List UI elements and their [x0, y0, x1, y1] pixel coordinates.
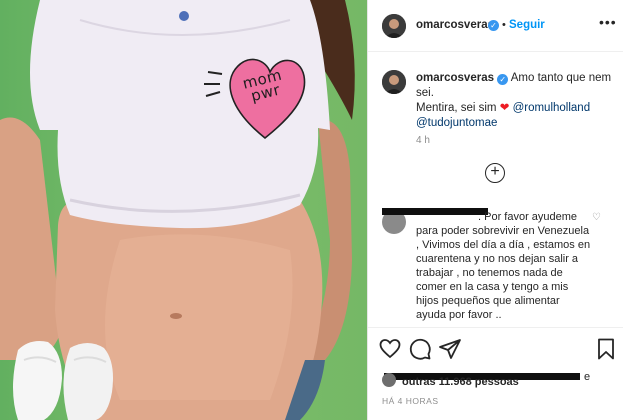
share-paper-plane-icon[interactable] — [438, 337, 462, 361]
caption-verified-badge-icon: ✓ — [497, 74, 509, 85]
caption-text-block: omarcosveras ✓ Amo tanto que nem sei. Me… — [416, 71, 616, 131]
author-avatar[interactable] — [382, 14, 406, 38]
save-bookmark-icon[interactable] — [594, 337, 618, 361]
like-heart-icon[interactable] — [378, 337, 402, 361]
caption-avatar-image — [382, 70, 406, 94]
verified-badge-icon: ✓ — [488, 20, 499, 31]
author-username[interactable]: omarcosveras — [416, 19, 494, 31]
follow-button[interactable]: Seguir — [509, 19, 545, 31]
caption-timestamp[interactable]: 4 h — [416, 135, 430, 146]
comment-text-content: . Por favor ayudeme para poder sobrevivi… — [416, 211, 591, 321]
more-options-icon[interactable]: ••• — [599, 14, 617, 30]
red-heart-icon: ❤ — [499, 102, 510, 114]
caption-line2: Mentira, sei sim — [416, 102, 497, 114]
comment-bubble-icon[interactable] — [408, 337, 432, 361]
post-actions: e outras 11.968 pessoas HÁ 4 HORAS — [368, 327, 623, 420]
likes-connector: e — [584, 371, 591, 383]
post-header: omarcosveras ✓ • Seguir ••• — [368, 0, 623, 52]
mention-link-romulholland[interactable]: @romulholland — [513, 102, 591, 114]
load-more-comments-icon[interactable]: + — [485, 163, 505, 183]
likes-others-count[interactable]: outras 11.968 pessoas — [402, 376, 519, 388]
likes-count-link[interactable]: outras 11.968 pessoas — [402, 376, 519, 388]
post-side-panel: omarcosveras ✓ • Seguir ••• omarcosveras… — [367, 0, 623, 420]
separator-dot: • — [502, 19, 506, 31]
avatar-image — [382, 14, 406, 38]
post-photo[interactable]: mom pwr — [0, 0, 367, 420]
caption-username[interactable]: omarcosveras — [416, 72, 494, 84]
post-date[interactable]: HÁ 4 HORAS — [382, 396, 439, 406]
mention-link-tudojuntomae[interactable]: @tudojuntomae — [416, 117, 497, 129]
liker-avatar[interactable] — [382, 373, 396, 387]
comment-like-heart-icon[interactable]: ♡ — [592, 212, 601, 223]
comment-text: . Por favor ayudeme para poder sobrevivi… — [416, 210, 592, 322]
caption-avatar[interactable] — [382, 70, 406, 94]
photo-illustration — [0, 0, 355, 420]
